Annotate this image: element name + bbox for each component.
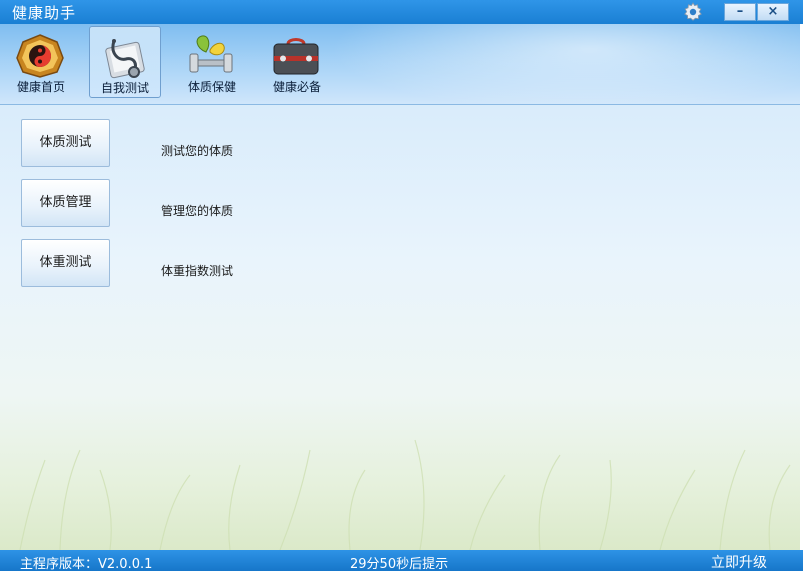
upgrade-link[interactable]: 立即升级 — [711, 552, 767, 571]
stethoscope-icon — [100, 35, 150, 79]
toolbar-item-label: 自我测试 — [100, 81, 149, 95]
constitution-manage-description: 管理您的体质 — [161, 204, 234, 218]
fitness-icon — [186, 34, 236, 78]
toolbar-item-label: 健康必备 — [272, 80, 321, 94]
medical-kit-icon — [271, 34, 321, 78]
toolbar-item-health-home[interactable]: 健康首页 — [5, 26, 77, 98]
constitution-test-button[interactable]: 体质测试 — [21, 119, 110, 167]
yin-yang-icon — [15, 34, 65, 78]
toolbar-item-self-test[interactable]: 自我测试 — [89, 26, 161, 98]
title-bar[interactable]: 健康助手 – × — [0, 0, 803, 24]
minimize-button[interactable]: – — [724, 3, 756, 21]
main-content: 体质测试 测试您的体质 体质管理 管理您的体质 体重测试 体重指数测试 — [0, 105, 800, 550]
weight-test-button[interactable]: 体重测试 — [21, 239, 110, 287]
constitution-test-description: 测试您的体质 — [161, 144, 234, 158]
weight-test-description: 体重指数测试 — [161, 264, 234, 278]
countdown-text: 29分50秒后提示 — [350, 557, 449, 571]
constitution-manage-button[interactable]: 体质管理 — [21, 179, 110, 227]
toolbar-item-label: 健康首页 — [16, 80, 65, 94]
toolbar-item-constitution-care[interactable]: 体质保健 — [176, 26, 248, 98]
status-bar: 主程序版本：V2.0.0.1 29分50秒后提示 立即升级 — [0, 550, 803, 571]
toolbar-item-health-essentials[interactable]: 健康必备 — [261, 26, 333, 98]
version-text: 主程序版本：V2.0.0.1 — [20, 557, 153, 571]
app-window: 健康助手 – × 健康首页 自我测试 体质保健 健康必备 体质测试 测试您的体质… — [0, 0, 803, 571]
window-title: 健康助手 — [12, 4, 77, 22]
toolbar-item-label: 体质保健 — [187, 80, 236, 94]
settings-gear-icon[interactable] — [682, 1, 704, 23]
close-button[interactable]: × — [757, 3, 789, 21]
main-toolbar: 健康首页 自我测试 体质保健 健康必备 — [0, 24, 803, 105]
grass-background-decoration — [19, 439, 791, 550]
